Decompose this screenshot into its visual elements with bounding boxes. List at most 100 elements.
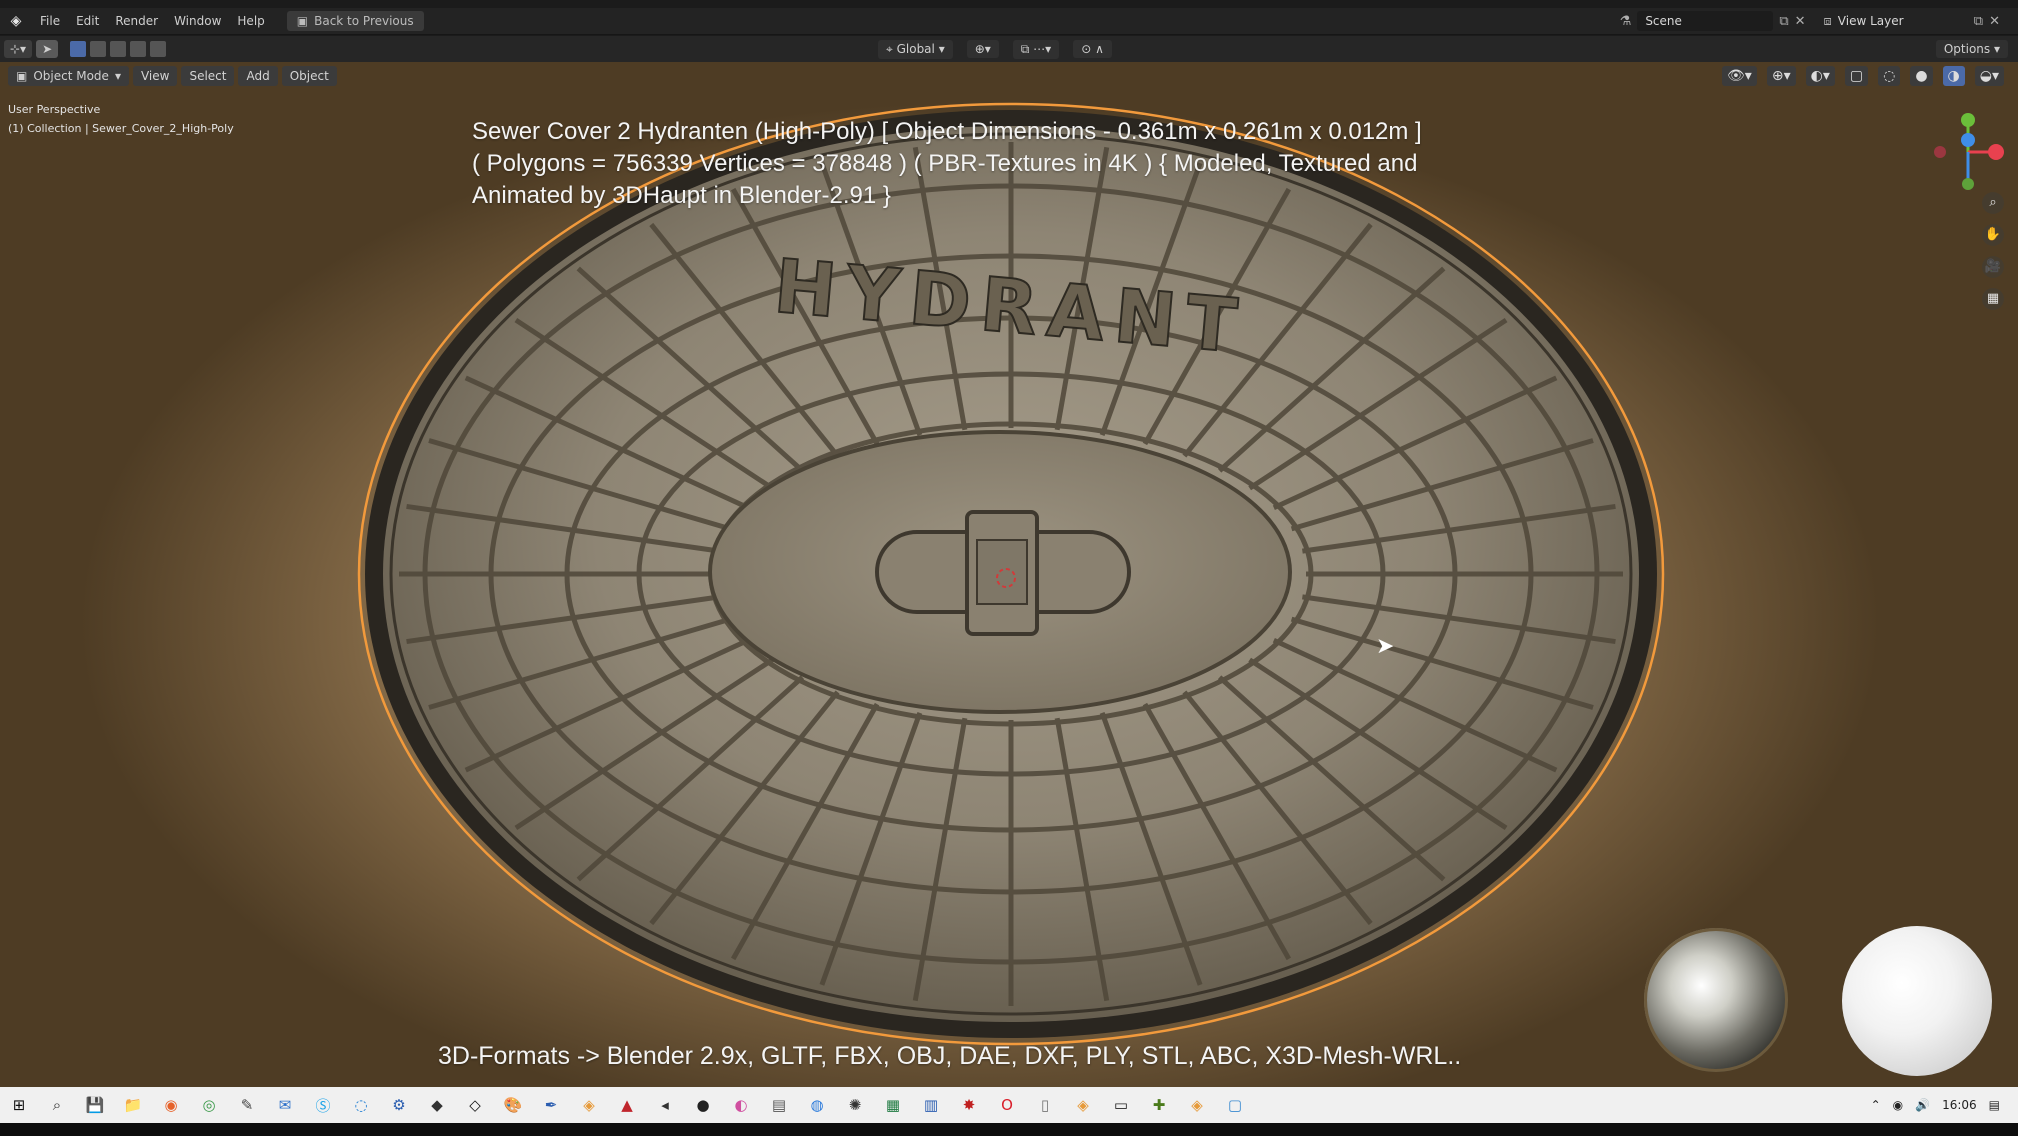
system-tray: ⌃ ◉ 🔊 16:06 ▤: [1871, 1098, 2000, 1112]
viewport-navigation: ⌕ ✋ 🎥 ▦: [1982, 192, 2004, 310]
gizmo-neg-x-icon: [1934, 146, 1946, 158]
unity-icon[interactable]: ◇: [462, 1094, 488, 1116]
back-to-previous-button[interactable]: ▣ Back to Previous: [286, 11, 424, 31]
scene-field[interactable]: Scene: [1637, 11, 1774, 31]
3d-viewport[interactable]: ▣ Object Mode ▾ View Select Add Object U…: [0, 62, 2018, 1087]
new-scene-icon[interactable]: ⧉: [1779, 14, 1788, 29]
folder-icon[interactable]: 📁: [120, 1094, 146, 1116]
snap-toggle[interactable]: ⧉ ⋯▾: [1012, 39, 1060, 59]
hdri-preview-sphere-chrome: [1644, 928, 1788, 1072]
chrome-icon[interactable]: ◎: [196, 1094, 222, 1116]
bottom-strip: [0, 1123, 2018, 1136]
pan-hand-icon[interactable]: ✋: [1982, 224, 2004, 246]
maps-icon[interactable]: ◍: [804, 1094, 830, 1116]
gizmo-neg-y-icon: [1962, 178, 1974, 190]
gizmo-z-axis-icon: [1961, 133, 1975, 147]
overlay-line-1: Sewer Cover 2 Hydranten (High-Poly) [ Ob…: [472, 118, 1422, 145]
star-icon[interactable]: ✸: [956, 1094, 982, 1116]
view-layer-selector[interactable]: ⧈ View Layer ⧉ ✕: [1824, 14, 2000, 29]
app-icon[interactable]: ◆: [424, 1094, 450, 1116]
mode-subtract-icon[interactable]: [110, 41, 127, 57]
transform-orientation-dropdown[interactable]: ⌖ Global ▾: [878, 39, 953, 59]
cover-center-plate: [708, 430, 1292, 714]
save-icon[interactable]: 💾: [82, 1094, 108, 1116]
menu-help[interactable]: Help: [229, 14, 272, 28]
tray-chevron-icon[interactable]: ⌃: [1871, 1098, 1881, 1112]
app3-icon[interactable]: ✺: [842, 1094, 868, 1116]
window-icon[interactable]: ▢: [1222, 1094, 1248, 1116]
obs-icon[interactable]: ●: [690, 1094, 716, 1116]
close-scene-icon[interactable]: ✕: [1795, 14, 1806, 29]
firefox-icon[interactable]: ◉: [158, 1094, 184, 1116]
acrobat-icon[interactable]: ▲: [614, 1094, 640, 1116]
mode-invert-icon[interactable]: [130, 41, 147, 57]
edge-icon[interactable]: ◌: [348, 1094, 374, 1116]
search-icon[interactable]: ⌕: [44, 1094, 70, 1116]
hdri-preview-sphere-diffuse: [1842, 926, 1992, 1076]
scene-icon: ⚗: [1619, 13, 1632, 29]
top-menu-bar: ◈ File Edit Render Window Help ▣ Back to…: [0, 8, 2018, 35]
calc-icon[interactable]: ▤: [766, 1094, 792, 1116]
menu-edit[interactable]: Edit: [68, 14, 107, 28]
pivot-dropdown[interactable]: ⊕▾: [966, 40, 999, 58]
view-layer-icon: ⧈: [1823, 13, 1832, 29]
proportional-edit-toggle[interactable]: ⊙ ∧: [1073, 40, 1112, 58]
overlay-line-2: ( Polygons = 756339 Vertices = 378848 ) …: [472, 150, 1418, 177]
excel-icon[interactable]: ▦: [880, 1094, 906, 1116]
photo-icon[interactable]: ◐: [728, 1094, 754, 1116]
opera-icon[interactable]: O: [994, 1094, 1020, 1116]
back-label: Back to Previous: [314, 14, 414, 28]
overlay-line-3: Animated by 3DHaupt in Blender-2.91 }: [472, 182, 891, 209]
notifications-icon[interactable]: ▤: [1989, 1098, 2000, 1112]
header-toolbar: ⊹▾ ➤ ⌖ Global ▾ ⊕▾ ⧉ ⋯▾ ⊙ ∧ Options ▾: [0, 36, 2018, 62]
scene-selector[interactable]: ⚗ Scene ⧉ ✕: [1620, 11, 1806, 31]
paint-icon[interactable]: 🎨: [500, 1094, 526, 1116]
view-layer-field[interactable]: View Layer: [1838, 14, 1968, 28]
transform-controls: ⌖ Global ▾ ⊕▾ ⧉ ⋯▾ ⊙ ∧: [878, 39, 1112, 59]
object-info-overlay: Sewer Cover 2 Hydranten (High-Poly) [ Ob…: [472, 116, 1472, 212]
clock[interactable]: 16:06: [1942, 1098, 1977, 1112]
mode-intersect-icon[interactable]: [150, 41, 167, 57]
options-dropdown[interactable]: Options ▾: [1935, 40, 2008, 58]
menu-file[interactable]: File: [32, 14, 68, 28]
blender-icon[interactable]: ◈: [576, 1094, 602, 1116]
orientation-label: Global: [896, 41, 935, 56]
camera-view-icon[interactable]: 🎥: [1982, 256, 2004, 278]
formats-overlay: 3D-Formats -> Blender 2.9x, GLTF, FBX, O…: [438, 1042, 1462, 1070]
settings-icon[interactable]: ⚙: [386, 1094, 412, 1116]
terminal-icon[interactable]: ▭: [1108, 1094, 1134, 1116]
gizmo-y-axis-icon: [1961, 113, 1975, 127]
new-view-layer-icon[interactable]: ⧉: [1974, 14, 1983, 29]
vector-icon[interactable]: ✒: [538, 1094, 564, 1116]
mode-extend-icon[interactable]: [90, 41, 107, 57]
menu-window[interactable]: Window: [166, 14, 229, 28]
windows-taskbar: ⊞ ⌕ 💾 📁 ◉ ◎ ✎ ✉ Ⓢ ◌ ⚙ ◆ ◇ 🎨 ✒ ◈ ▲ ◂ ● ◐ ▤ ◍ ✺ ▦ ▥ ✸ O ▯ ◈ ▭ ✚ ◈ ▢ ⌃ ◉ 🔊 16:0…: [0, 1087, 2018, 1123]
editor-type-dropdown[interactable]: ⊹▾: [4, 40, 33, 58]
app2-icon[interactable]: ◂: [652, 1094, 678, 1116]
skype-icon[interactable]: Ⓢ: [310, 1094, 336, 1116]
start-icon[interactable]: ⊞: [6, 1094, 32, 1116]
blender2-icon[interactable]: ◈: [1070, 1094, 1096, 1116]
app4-icon[interactable]: ✚: [1146, 1094, 1172, 1116]
word-icon[interactable]: ▥: [918, 1094, 944, 1116]
blender-logo-icon[interactable]: ◈: [8, 13, 24, 29]
menu-render[interactable]: Render: [107, 14, 166, 28]
tray-app-icon[interactable]: ◉: [1893, 1098, 1903, 1112]
navigation-gizmo[interactable]: [1928, 102, 2008, 192]
zoom-icon[interactable]: ⌕: [1982, 192, 2004, 214]
gizmo-x-axis-icon: [1988, 144, 2004, 160]
mouse-cursor-icon: ➤: [1376, 634, 1395, 659]
select-tool-icon[interactable]: ➤: [36, 40, 59, 58]
mode-new-icon[interactable]: [70, 41, 87, 57]
volume-icon[interactable]: 🔊: [1915, 1098, 1930, 1112]
grid-view-icon[interactable]: ▦: [1982, 288, 2004, 310]
outlook-icon[interactable]: ✉: [272, 1094, 298, 1116]
blender3-icon[interactable]: ◈: [1184, 1094, 1210, 1116]
selection-mode-buttons[interactable]: [70, 41, 170, 57]
options-label: Options: [1943, 42, 1991, 56]
back-icon: ▣: [296, 14, 309, 28]
close-view-layer-icon[interactable]: ✕: [1989, 14, 2000, 29]
notepad-icon[interactable]: ✎: [234, 1094, 260, 1116]
orientation-icon: ⌖: [886, 41, 893, 56]
file-icon[interactable]: ▯: [1032, 1094, 1058, 1116]
